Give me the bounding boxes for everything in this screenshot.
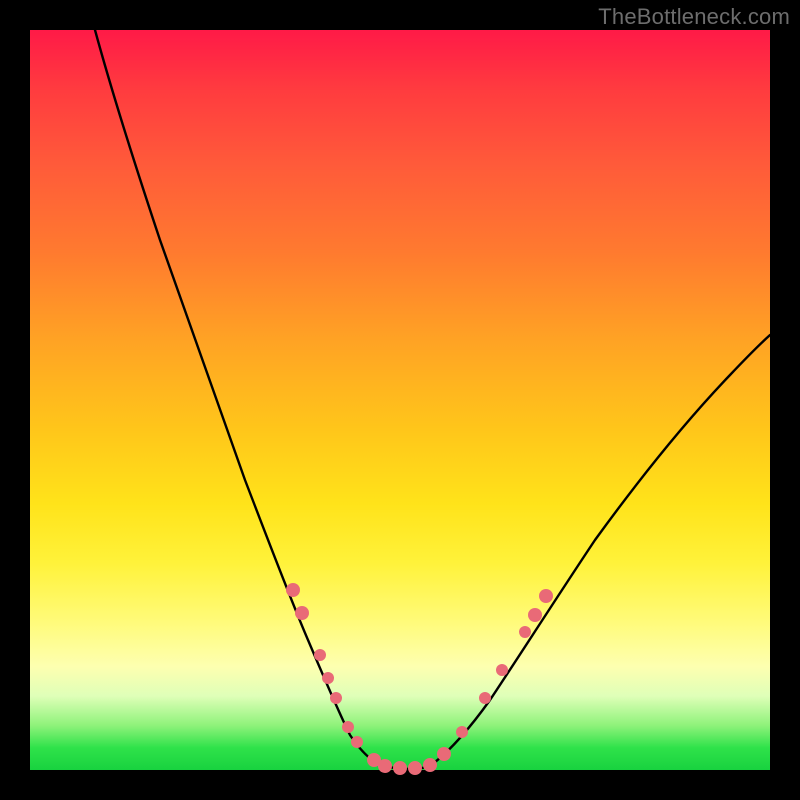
dot — [479, 692, 491, 704]
dot — [528, 608, 542, 622]
dot — [519, 626, 531, 638]
dot — [330, 692, 342, 704]
curve-left-branch — [95, 30, 380, 765]
dot — [456, 726, 468, 738]
dot — [423, 758, 437, 772]
chart-frame: TheBottleneck.com — [0, 0, 800, 800]
dot — [342, 721, 354, 733]
chart-svg — [30, 30, 770, 770]
dot — [295, 606, 309, 620]
dot — [378, 759, 392, 773]
dot — [393, 761, 407, 775]
watermark-text: TheBottleneck.com — [598, 4, 790, 30]
dot — [408, 761, 422, 775]
dot — [351, 736, 363, 748]
dot — [314, 649, 326, 661]
dot — [539, 589, 553, 603]
highlight-dots-group — [286, 583, 553, 775]
dot — [496, 664, 508, 676]
dot — [286, 583, 300, 597]
dot — [322, 672, 334, 684]
dot — [437, 747, 451, 761]
